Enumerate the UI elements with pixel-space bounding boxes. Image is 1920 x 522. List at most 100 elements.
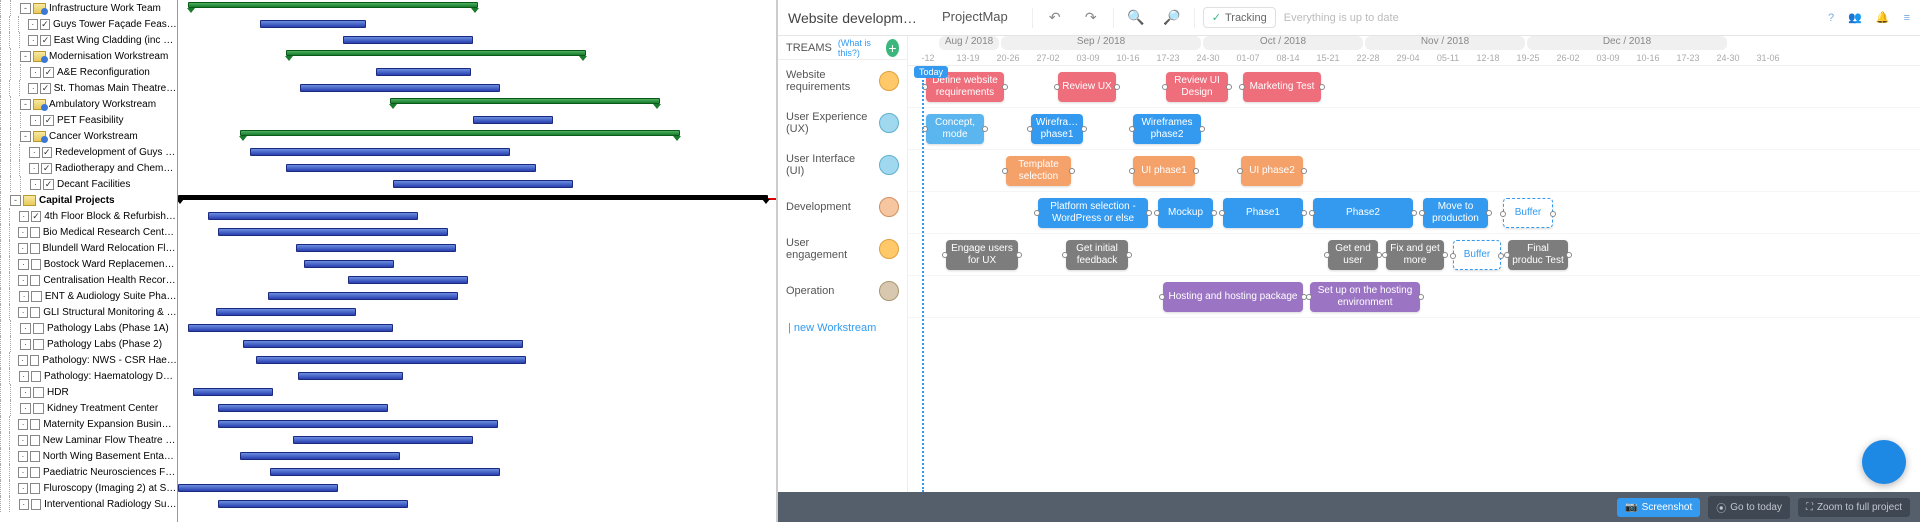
collapse-icon[interactable]: · (18, 467, 28, 478)
tree-task[interactable]: ·Bostock Ward Replacement of W (0, 256, 177, 272)
checkbox[interactable] (30, 275, 40, 286)
task-card[interactable]: Wireframes phase2 (1133, 114, 1201, 144)
tree-task[interactable]: ·Blundell Ward Relocation Florence (0, 240, 177, 256)
checkbox[interactable] (40, 19, 50, 30)
screenshot-button[interactable]: 📷 Screenshot (1617, 498, 1700, 517)
connector-dot[interactable] (1162, 84, 1168, 90)
tree-task[interactable]: ·Paediatric Neurosciences Feasibil (0, 464, 177, 480)
gantt-bar[interactable] (188, 324, 393, 332)
gantt-bar[interactable] (343, 36, 473, 44)
task-card[interactable]: Fix and get more (1386, 240, 1444, 270)
collapse-icon[interactable]: - (20, 131, 31, 142)
gantt-bar[interactable] (260, 20, 366, 28)
checkbox[interactable] (41, 163, 52, 174)
collapse-icon[interactable]: · (29, 163, 40, 174)
task-card[interactable]: Hosting and hosting package (1163, 282, 1303, 312)
gantt-bar[interactable] (240, 130, 680, 136)
task-card[interactable]: Phase2 (1313, 198, 1413, 228)
checkbox[interactable] (30, 467, 40, 478)
gantt-bar[interactable] (250, 148, 510, 156)
task-card[interactable]: Template selection (1006, 156, 1071, 186)
collapse-icon[interactable]: · (18, 275, 28, 286)
connector-dot[interactable] (1002, 168, 1008, 174)
collapse-icon[interactable]: · (18, 355, 28, 366)
checkbox[interactable] (30, 243, 40, 254)
tree-task[interactable]: ·HDR (0, 384, 177, 400)
menu-icon[interactable]: ≡ (1904, 12, 1910, 24)
zoom-out-icon[interactable]: 🔎 (1158, 4, 1186, 32)
connector-dot[interactable] (1114, 84, 1120, 90)
tree-task[interactable]: ·Centralisation Health Record Stor (0, 272, 177, 288)
checkbox[interactable] (40, 35, 50, 46)
tree-task[interactable]: ·A&E Reconfiguration (0, 64, 177, 80)
connector-dot[interactable] (1159, 294, 1165, 300)
collapse-icon[interactable]: · (18, 419, 28, 430)
checkbox[interactable] (30, 227, 40, 238)
gantt-bar[interactable] (300, 84, 500, 92)
task-tree[interactable]: -Infrastructure Work Team·Guys Tower Faç… (0, 0, 178, 522)
gantt-bar[interactable] (376, 68, 471, 76)
connector-dot[interactable] (1419, 210, 1425, 216)
collapse-icon[interactable]: · (18, 259, 28, 270)
task-card[interactable]: Engage users for UX (946, 240, 1018, 270)
gantt-bar[interactable] (188, 2, 478, 8)
connector-dot[interactable] (1034, 210, 1040, 216)
tree-group[interactable]: -Capital Projects (0, 192, 177, 208)
connector-dot[interactable] (1566, 252, 1572, 258)
checkbox[interactable] (30, 483, 40, 494)
gantt-bar[interactable] (298, 372, 403, 380)
tracking-toggle[interactable]: ✓ Tracking (1203, 7, 1276, 28)
connector-dot[interactable] (1301, 210, 1307, 216)
collapse-icon[interactable]: · (30, 67, 41, 78)
connector-dot[interactable] (1382, 252, 1388, 258)
gantt-bar[interactable] (393, 180, 573, 188)
connector-dot[interactable] (1500, 211, 1506, 217)
collapse-icon[interactable]: · (19, 291, 29, 302)
task-card[interactable]: Concept, mode (926, 114, 984, 144)
zoom-full-button[interactable]: ⛶ Zoom to full project (1798, 498, 1910, 517)
connector-dot[interactable] (1301, 168, 1307, 174)
checkbox[interactable] (31, 291, 41, 302)
gantt-bar[interactable] (193, 388, 273, 396)
workstream-label[interactable]: Operation (778, 270, 907, 312)
checkbox[interactable] (40, 83, 50, 94)
tree-task[interactable]: ·Interventional Radiology Suite (1 (0, 496, 177, 512)
connector-dot[interactable] (1319, 84, 1325, 90)
add-workstream-button[interactable]: + (886, 39, 899, 57)
connector-dot[interactable] (1324, 252, 1330, 258)
connector-dot[interactable] (1002, 84, 1008, 90)
avatar-icon[interactable] (879, 155, 899, 175)
connector-dot[interactable] (1126, 252, 1132, 258)
tree-task[interactable]: ·Radiotherapy and Chemothe (0, 160, 177, 176)
gantt-bar[interactable] (304, 260, 394, 268)
collapse-icon[interactable]: · (18, 483, 28, 494)
task-card[interactable]: UI phase2 (1241, 156, 1303, 186)
gantt-bar[interactable] (286, 164, 536, 172)
checkbox[interactable] (30, 451, 40, 462)
avatar-icon[interactable] (879, 71, 899, 91)
task-card[interactable]: Set up on the hosting environment (1310, 282, 1420, 312)
tree-task[interactable]: ·St. Thomas Main Theatres Str (0, 80, 177, 96)
connector-dot[interactable] (1081, 126, 1087, 132)
gantt-bar[interactable] (178, 484, 338, 492)
today-badge[interactable]: Today (914, 66, 948, 78)
connector-dot[interactable] (1411, 210, 1417, 216)
checkbox[interactable] (31, 499, 41, 510)
chat-bubble-icon[interactable] (1862, 440, 1906, 484)
collapse-icon[interactable]: · (18, 243, 28, 254)
tree-group[interactable]: -Infrastructure Work Team (0, 0, 177, 16)
connector-dot[interactable] (1306, 294, 1312, 300)
avatar-icon[interactable] (879, 197, 899, 217)
collapse-icon[interactable]: · (20, 387, 31, 398)
collapse-icon[interactable]: · (18, 307, 28, 318)
checkbox[interactable] (33, 387, 44, 398)
tree-task[interactable]: ·Guys Tower Façade Feasibility (0, 16, 177, 32)
task-card[interactable]: Wirefra… phase1 (1031, 114, 1083, 144)
connector-dot[interactable] (1504, 252, 1510, 258)
zoom-in-icon[interactable]: 🔍 (1122, 4, 1150, 32)
connector-dot[interactable] (1062, 252, 1068, 258)
tree-task[interactable]: ·Pathology: NWS - CSR Haematolo (0, 352, 177, 368)
task-card[interactable]: Phase1 (1223, 198, 1303, 228)
help-icon[interactable]: ? (1828, 12, 1834, 24)
connector-dot[interactable] (1418, 294, 1424, 300)
